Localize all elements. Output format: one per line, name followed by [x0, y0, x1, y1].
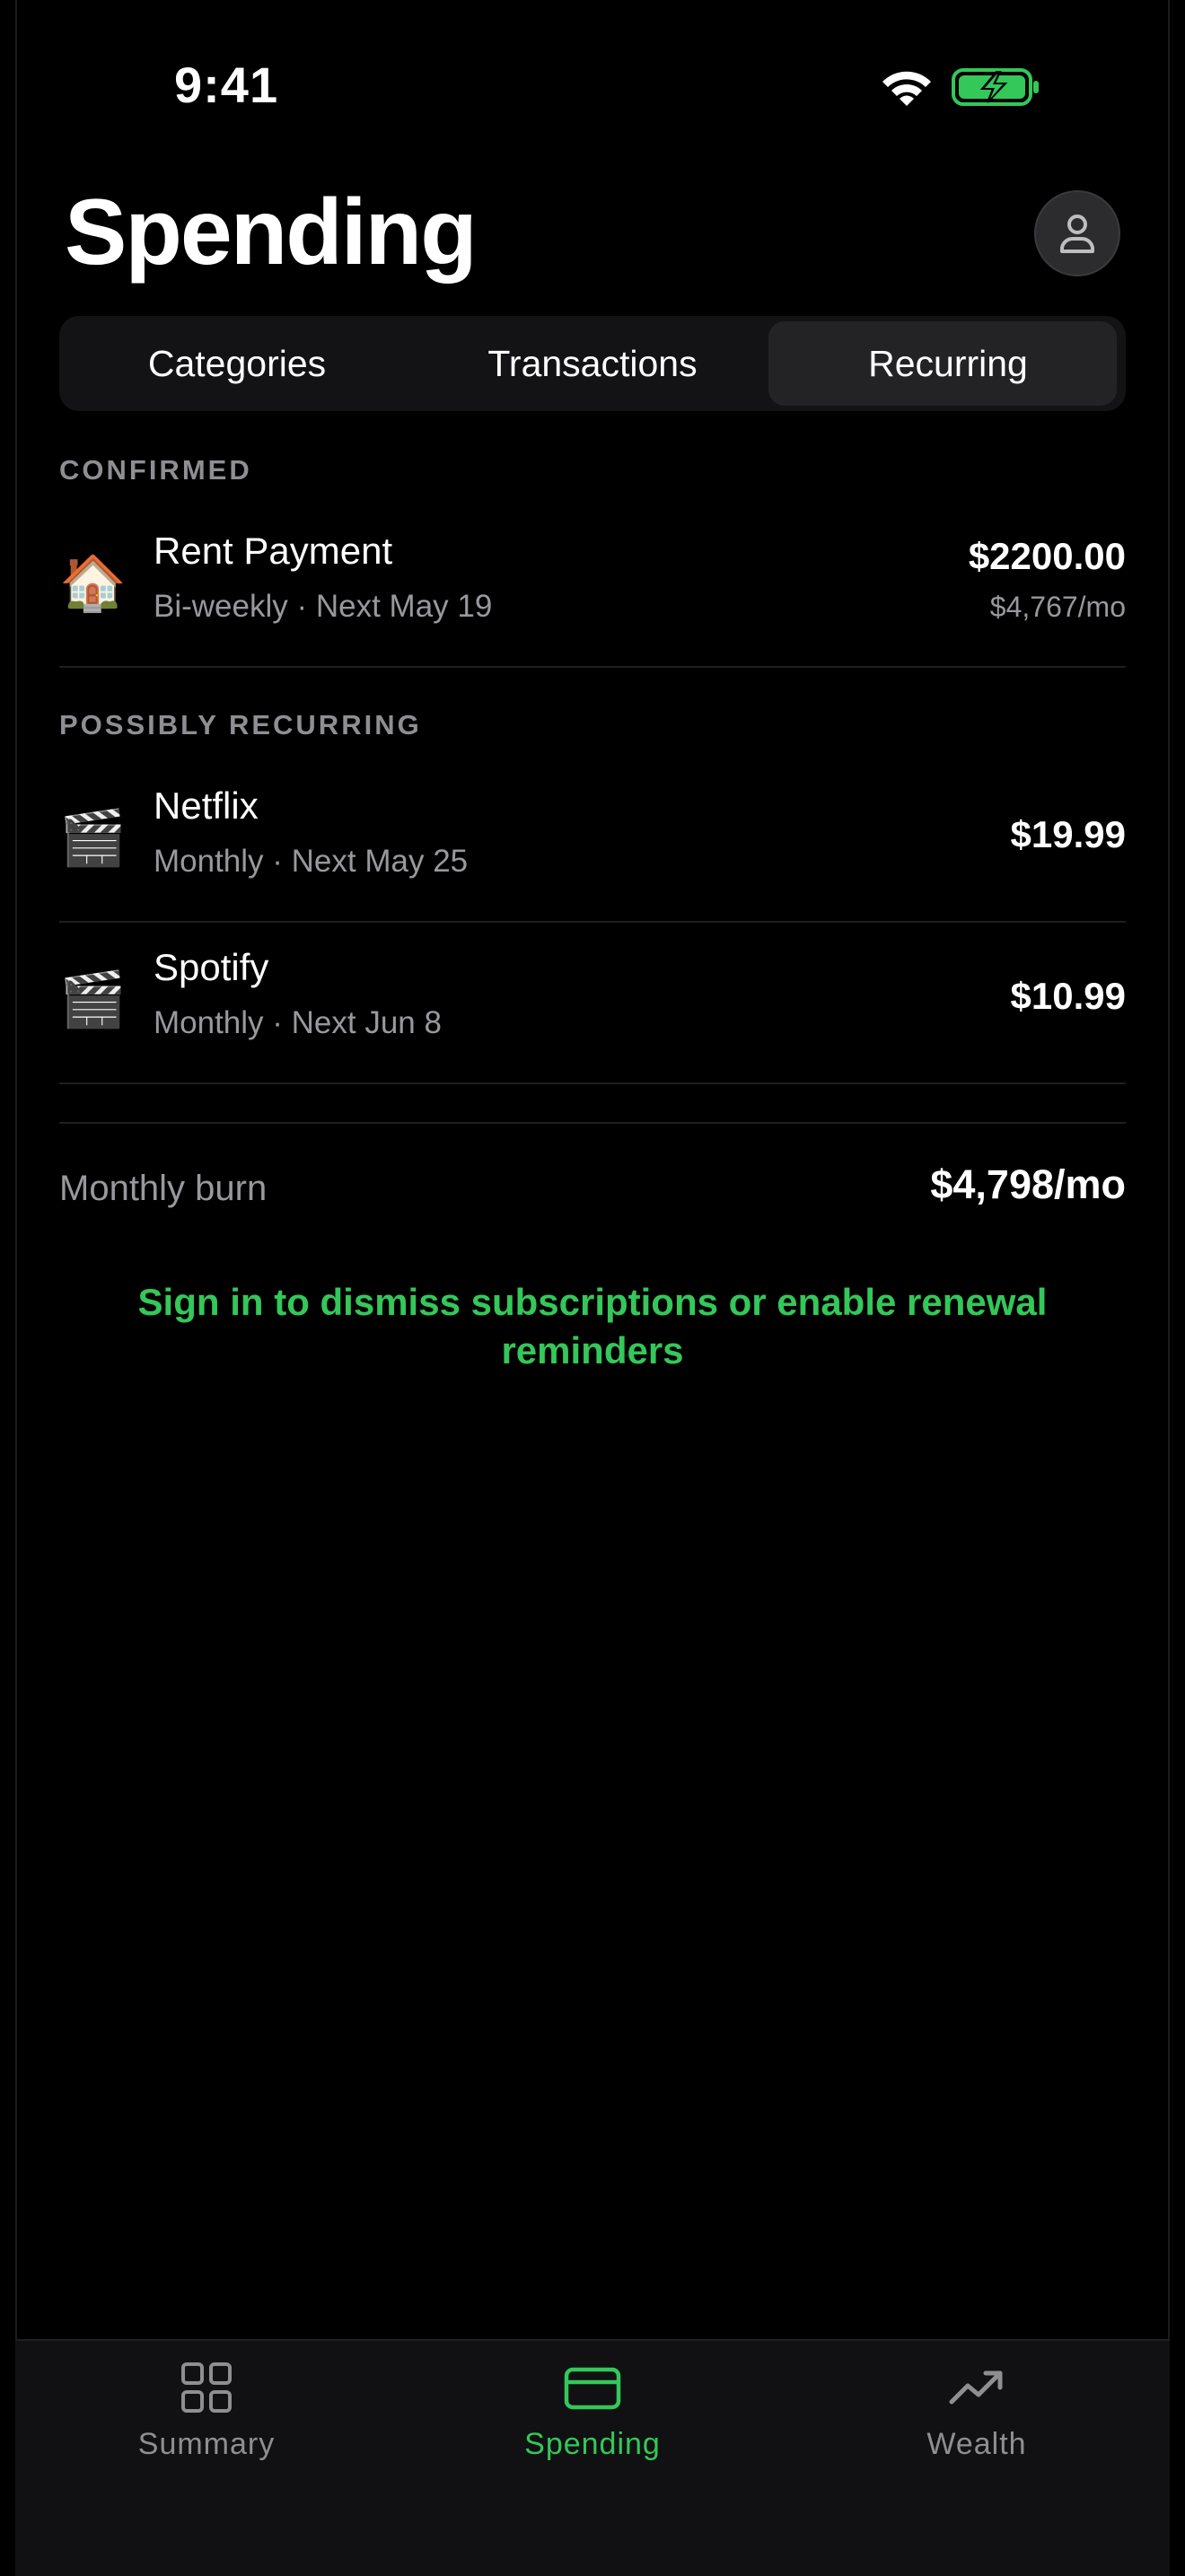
section-label-confirmed: CONFIRMED	[59, 454, 252, 486]
segment-categories[interactable]: Categories	[59, 316, 415, 411]
summary-divider	[59, 1122, 1126, 1124]
item-amount: $19.99	[1010, 813, 1126, 855]
item-name: Netflix	[154, 784, 259, 827]
tab-label: Summary	[137, 2427, 276, 2461]
recurring-row-rent[interactable]: 🏠 Rent Payment Bi-weekly · Next May 19 $…	[59, 508, 1126, 668]
row-divider	[59, 921, 1126, 923]
item-amount: $2200.00	[968, 535, 1126, 577]
tab-label: Spending	[524, 2427, 661, 2461]
clapper-board-icon: 🎬	[59, 968, 127, 1031]
tab-summary[interactable]: Summary	[72, 2361, 341, 2462]
card-icon	[564, 2367, 621, 2410]
item-name: Rent Payment	[154, 530, 393, 572]
house-icon: 🏠	[59, 552, 127, 615]
grid-icon	[181, 2362, 232, 2413]
recurring-row-netflix[interactable]: 🎬 Netflix Monthly · Next May 25 $19.99	[59, 763, 1126, 923]
tab-spending[interactable]: Spending	[458, 2361, 727, 2462]
frame-edge-left	[15, 0, 17, 2574]
battery-charging-icon	[952, 68, 1039, 106]
segmented-control: Categories Transactions Recurring	[59, 316, 1126, 411]
app-screen: 9:41 Spending Categories Transactions Re…	[0, 0, 1185, 2576]
item-schedule: Bi-weekly · Next May 19	[154, 589, 493, 624]
tab-label: Wealth	[926, 2427, 1027, 2461]
status-time: 9:41	[174, 57, 279, 113]
item-schedule: Monthly · Next May 25	[154, 844, 469, 879]
sign-in-link[interactable]: Sign in to dismiss subscriptions or enab…	[108, 1278, 1077, 1375]
clapper-board-icon: 🎬	[59, 807, 127, 870]
trend-up-icon	[949, 2370, 1003, 2405]
item-amount: $10.99	[1010, 975, 1126, 1017]
monthly-burn-label: Monthly burn	[59, 1169, 268, 1208]
wifi-icon	[882, 71, 931, 106]
row-divider	[59, 666, 1126, 668]
row-divider	[59, 1082, 1126, 1084]
segment-transactions[interactable]: Transactions	[415, 316, 770, 411]
page-title: Spending	[65, 180, 478, 285]
person-icon	[1060, 215, 1094, 253]
section-label-possibly-recurring: POSSIBLY RECURRING	[59, 709, 422, 740]
item-name: Spotify	[154, 946, 269, 988]
profile-button[interactable]	[1034, 190, 1120, 276]
item-monthly-equivalent: $4,767/mo	[989, 591, 1126, 623]
recurring-row-spotify[interactable]: 🎬 Spotify Monthly · Next Jun 8 $10.99	[59, 924, 1126, 1084]
frame-edge-right	[1168, 0, 1170, 2574]
item-schedule: Monthly · Next Jun 8	[154, 1005, 442, 1040]
tab-wealth[interactable]: Wealth	[842, 2361, 1111, 2462]
segment-recurring[interactable]: Recurring	[770, 316, 1126, 411]
monthly-burn-value: $4,798/mo	[930, 1161, 1126, 1207]
